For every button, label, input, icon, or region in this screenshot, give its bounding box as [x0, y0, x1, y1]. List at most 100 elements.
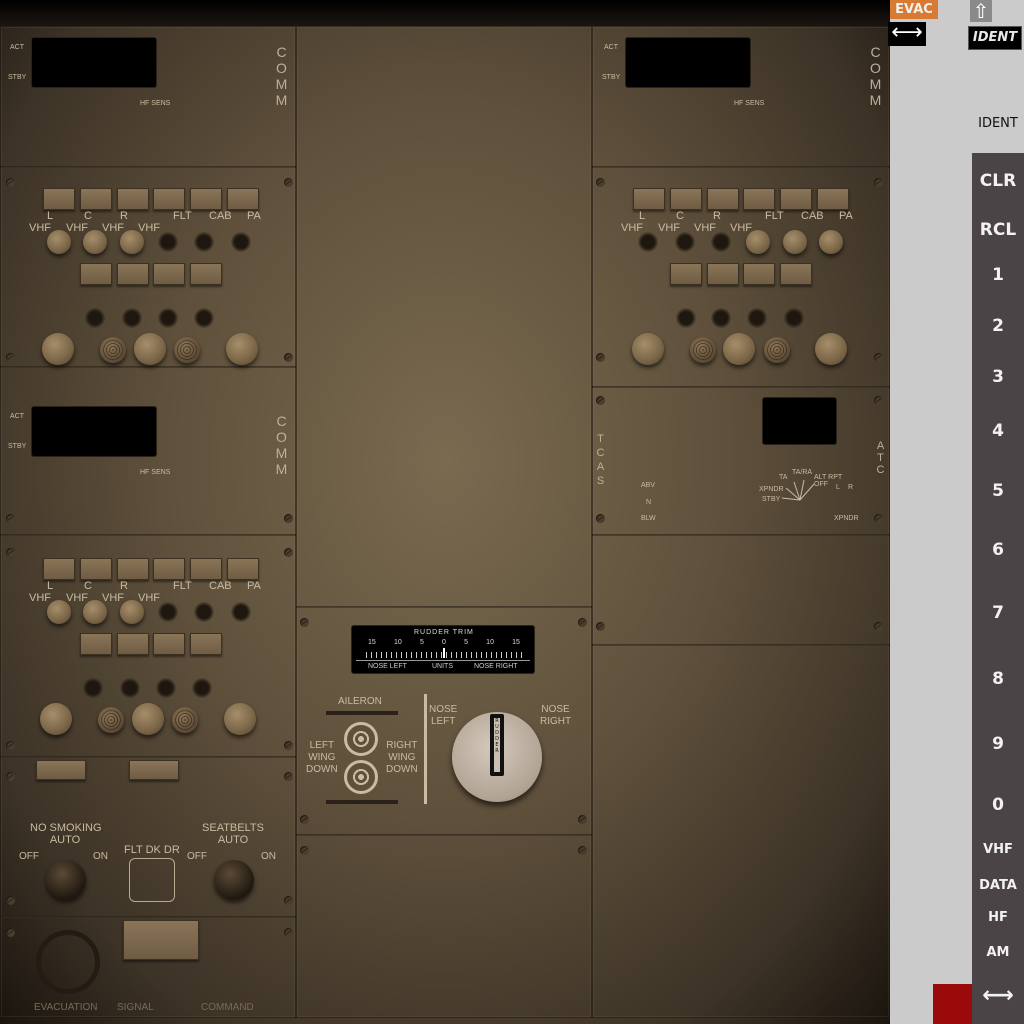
r-label: R: [848, 484, 854, 491]
flt-dk-dr-label: FLT DK DR: [124, 844, 180, 856]
audio-button-flt[interactable]: [743, 188, 775, 210]
audio-button-cab[interactable]: [780, 188, 812, 210]
volume-knob[interactable]: [47, 600, 71, 624]
audio-button-c[interactable]: [670, 188, 702, 210]
screw: [6, 928, 15, 937]
audio-button-c[interactable]: [80, 188, 112, 210]
audio-knob[interactable]: [764, 337, 790, 363]
key-data[interactable]: DATA: [972, 878, 1024, 893]
audio-knob[interactable]: [42, 333, 74, 365]
trim-scale: 15 10 5 0 5 10 15: [368, 639, 520, 646]
no-smoking-switch[interactable]: [46, 860, 86, 900]
audio-button-cab[interactable]: [190, 558, 222, 580]
key-0[interactable]: 0: [972, 795, 1024, 815]
volume-knob[interactable]: [120, 600, 144, 624]
audio-button-pa[interactable]: [227, 558, 259, 580]
audio-button-l[interactable]: [43, 188, 75, 210]
light-button[interactable]: [36, 760, 86, 780]
key-5[interactable]: 5: [972, 481, 1024, 501]
audio-knob[interactable]: [226, 333, 258, 365]
comm-letter: M: [275, 92, 289, 108]
light-button[interactable]: [129, 760, 179, 780]
audio-button-l[interactable]: [43, 558, 75, 580]
audio-knob[interactable]: [132, 703, 164, 735]
audio-knob[interactable]: [134, 333, 166, 365]
key-hf[interactable]: HF: [972, 910, 1024, 925]
mic-button[interactable]: [153, 633, 185, 655]
volume-knob[interactable]: [83, 230, 107, 254]
audio-knob[interactable]: [172, 707, 198, 733]
up-arrow-icon[interactable]: ⇧: [970, 0, 992, 22]
left-right-arrow-icon[interactable]: ⟷: [972, 983, 1024, 1008]
key-2[interactable]: 2: [972, 316, 1024, 336]
mic-button[interactable]: [190, 263, 222, 285]
audio-knob[interactable]: [690, 337, 716, 363]
label-cab: CAB: [209, 580, 232, 592]
audio-button-flt[interactable]: [153, 188, 185, 210]
mic-button[interactable]: [80, 633, 112, 655]
audio-knob[interactable]: [98, 707, 124, 733]
evacuation-label: EVACUATION: [34, 1002, 98, 1013]
mic-button[interactable]: [117, 263, 149, 285]
audio-button-l[interactable]: [633, 188, 665, 210]
audio-button-r[interactable]: [117, 558, 149, 580]
audio-button-r[interactable]: [707, 188, 739, 210]
evacuation-ring[interactable]: [36, 930, 100, 994]
volume-knob[interactable]: [783, 230, 807, 254]
mic-button[interactable]: [707, 263, 739, 285]
mic-button[interactable]: [80, 263, 112, 285]
key-clr[interactable]: CLR: [972, 171, 1024, 191]
audio-knob[interactable]: [100, 337, 126, 363]
key-9[interactable]: 9: [972, 734, 1024, 754]
volume-knob[interactable]: [47, 230, 71, 254]
audio-knob[interactable]: [224, 703, 256, 735]
ident-button[interactable]: IDENT: [968, 26, 1022, 50]
volume-knob[interactable]: [746, 230, 770, 254]
knob-socket: [156, 678, 176, 698]
key-am[interactable]: AM: [972, 945, 1024, 960]
mic-button[interactable]: [670, 263, 702, 285]
evacuation-command-button[interactable]: [123, 920, 199, 960]
seatbelts-switch[interactable]: [214, 860, 254, 900]
mic-button[interactable]: [117, 633, 149, 655]
audio-button-pa[interactable]: [817, 188, 849, 210]
audio-knob[interactable]: [632, 333, 664, 365]
audio-knob[interactable]: [815, 333, 847, 365]
audio-knob[interactable]: [723, 333, 755, 365]
mic-button[interactable]: [780, 263, 812, 285]
audio-button-pa[interactable]: [227, 188, 259, 210]
rudder-trim-knob[interactable]: RUDDER: [452, 712, 542, 802]
key-8[interactable]: 8: [972, 669, 1024, 689]
audio-knob[interactable]: [40, 703, 72, 735]
evac-button[interactable]: EVAC: [890, 0, 938, 19]
audio-button-cab[interactable]: [190, 188, 222, 210]
nose-left-label: NOSE LEFT: [429, 704, 458, 727]
label-pa: PA: [839, 210, 853, 222]
audio-knob[interactable]: [174, 337, 200, 363]
volume-knob[interactable]: [120, 230, 144, 254]
mic-button[interactable]: [153, 263, 185, 285]
mic-button[interactable]: [743, 263, 775, 285]
key-1[interactable]: 1: [972, 265, 1024, 285]
key-7[interactable]: 7: [972, 603, 1024, 623]
label-vhf: VHF: [658, 222, 680, 234]
aileron-trim-switch-left[interactable]: [344, 722, 378, 756]
left-right-arrow-icon[interactable]: ⟷: [888, 22, 926, 46]
key-3[interactable]: 3: [972, 367, 1024, 387]
atc-letter: T: [877, 452, 885, 464]
flight-deck-door-switch[interactable]: [129, 858, 175, 902]
key-vhf[interactable]: VHF: [972, 842, 1024, 857]
volume-knob[interactable]: [83, 600, 107, 624]
audio-button-c[interactable]: [80, 558, 112, 580]
red-indicator: [933, 984, 972, 1024]
audio-button-r[interactable]: [117, 188, 149, 210]
audio-button-flt[interactable]: [153, 558, 185, 580]
label-vhf: VHF: [29, 592, 51, 604]
key-4[interactable]: 4: [972, 421, 1024, 441]
volume-knob[interactable]: [819, 230, 843, 254]
key-6[interactable]: 6: [972, 540, 1024, 560]
key-rcl[interactable]: RCL: [972, 220, 1024, 240]
aileron-trim-switch-right[interactable]: [344, 760, 378, 794]
screw: [874, 396, 883, 405]
mic-button[interactable]: [190, 633, 222, 655]
